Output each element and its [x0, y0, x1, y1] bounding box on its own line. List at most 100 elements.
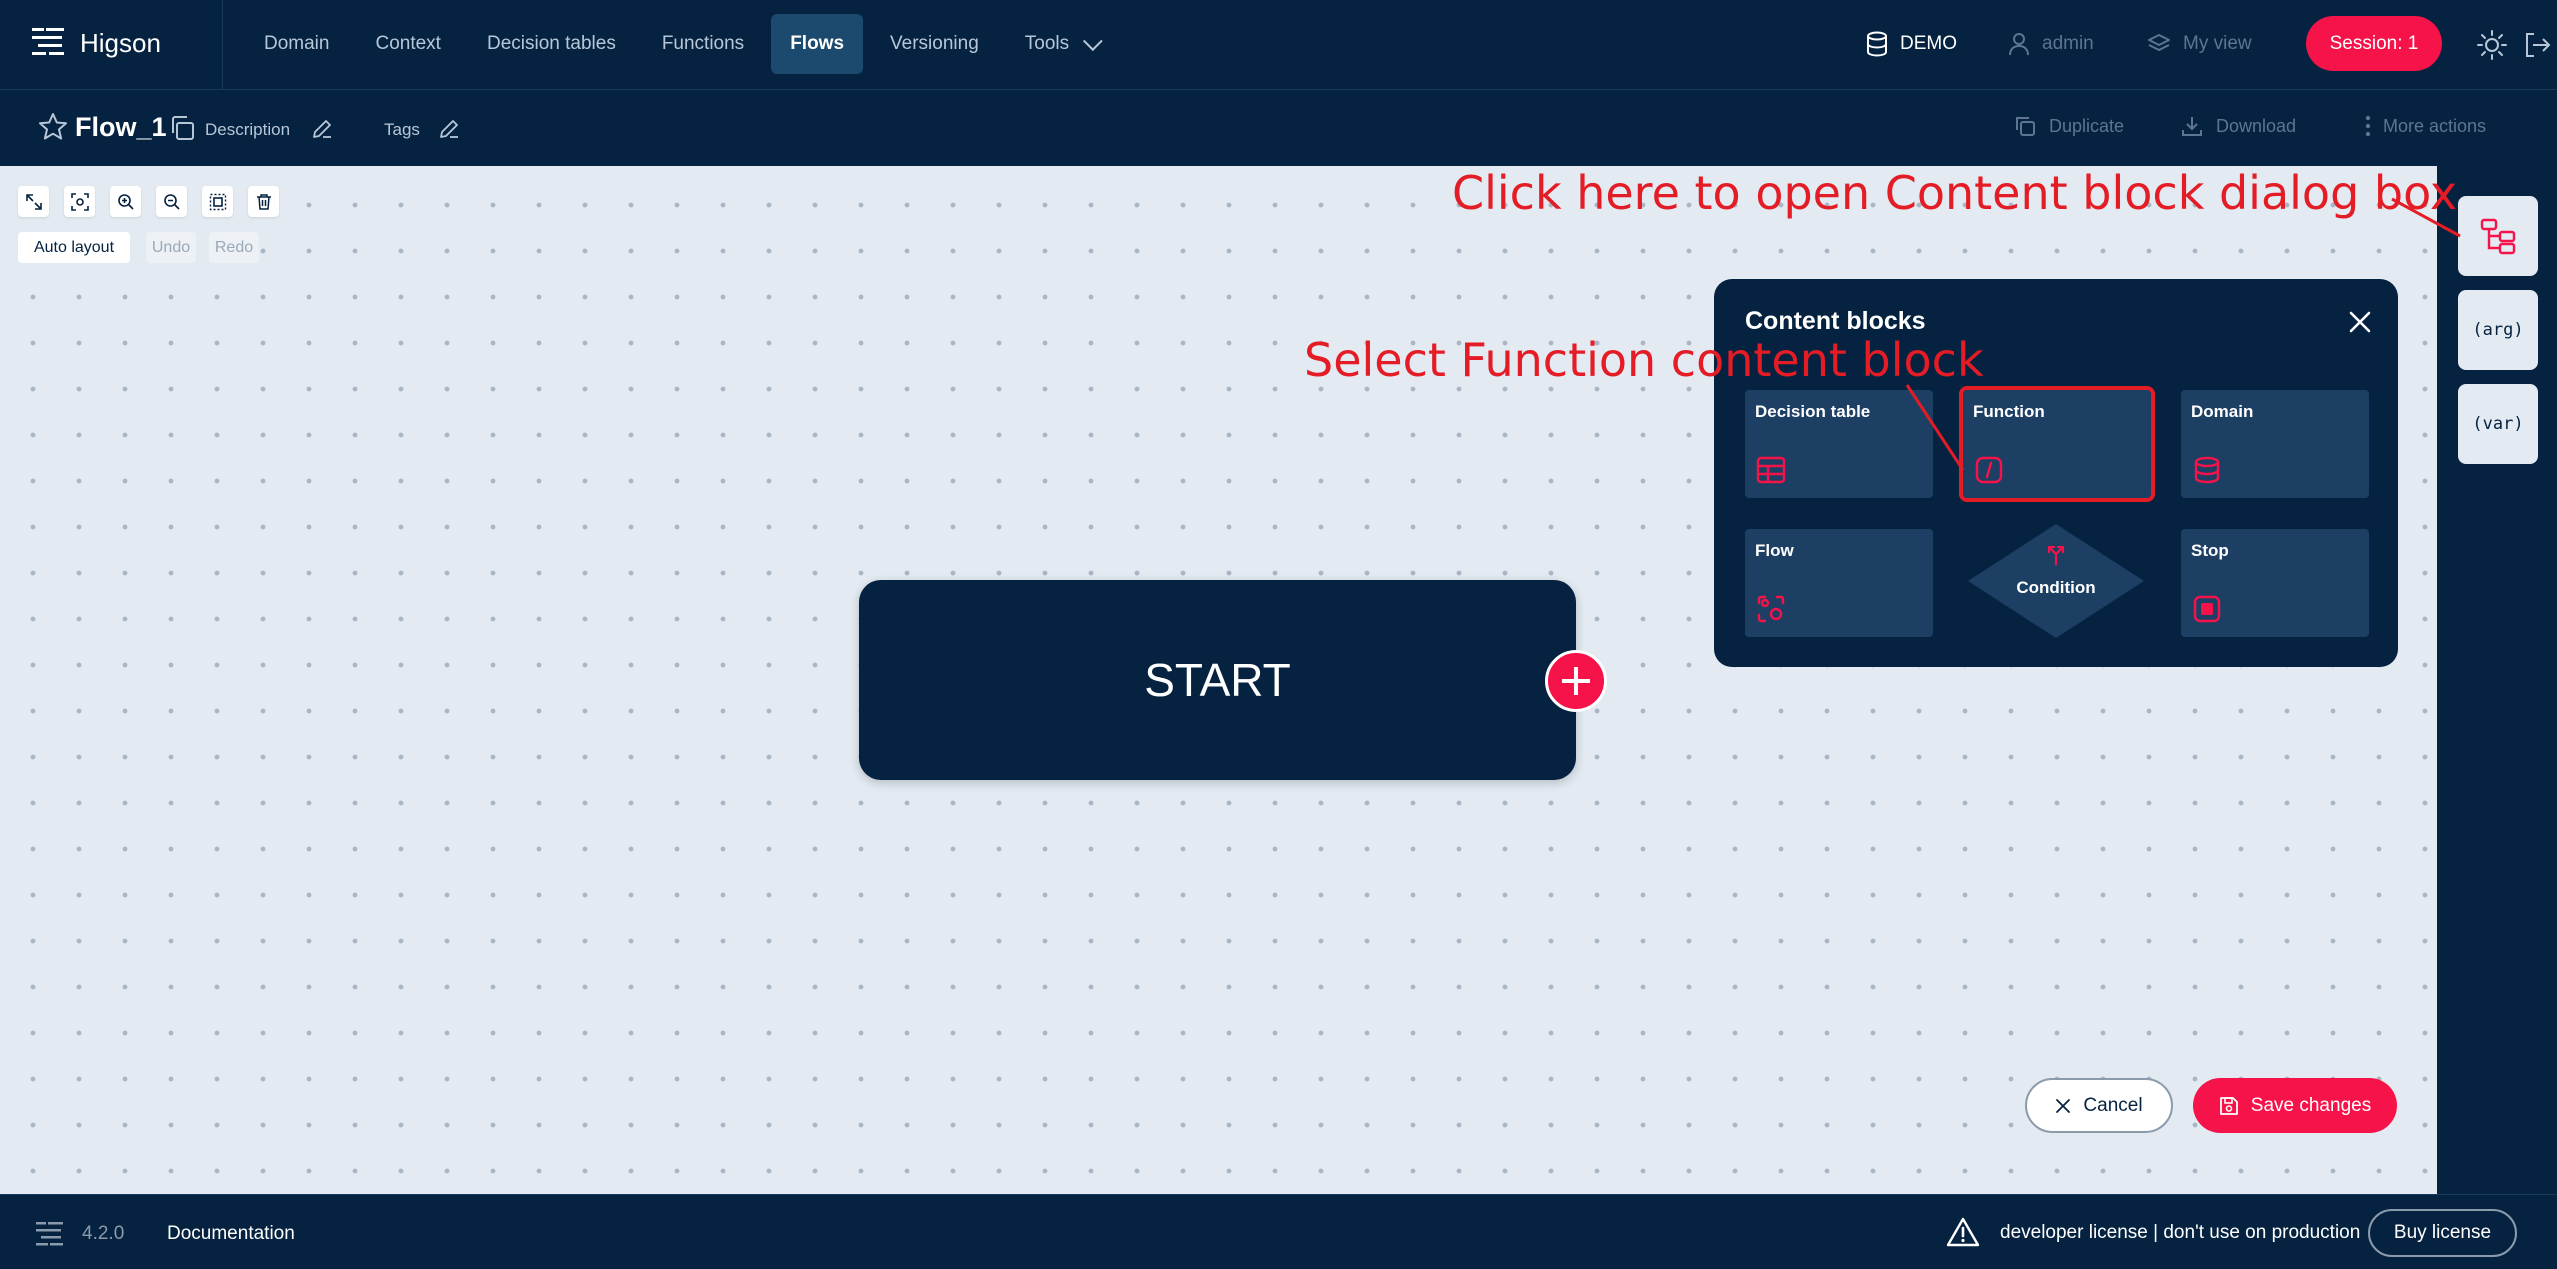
logout-icon[interactable] — [2522, 30, 2552, 60]
app-name: Higson — [80, 27, 161, 58]
nav-decision-tables[interactable]: Decision tables — [468, 14, 635, 74]
cancel-button[interactable]: Cancel — [2025, 1078, 2173, 1133]
close-icon — [2056, 1098, 2071, 1113]
more-vertical-icon — [2365, 115, 2371, 137]
save-icon — [2219, 1096, 2238, 1115]
function-icon — [1975, 456, 2003, 484]
my-view-label: My view — [2183, 33, 2252, 54]
block-function[interactable]: Function — [1959, 386, 2155, 502]
annotation-select-function: Select Function content block — [1304, 333, 1984, 387]
auto-layout-button[interactable]: Auto layout — [18, 232, 130, 263]
logo-icon — [32, 25, 68, 61]
download-button[interactable]: Download — [2180, 114, 2296, 138]
description-label: Description — [205, 120, 291, 139]
user-menu[interactable]: admin — [2008, 14, 2094, 74]
nav-tools[interactable]: Tools — [1006, 14, 1116, 74]
nav-versioning[interactable]: Versioning — [871, 14, 998, 74]
block-label: Flow — [1755, 541, 1794, 560]
star-icon[interactable] — [38, 112, 68, 142]
user-label: admin — [2042, 33, 2094, 54]
add-node-button[interactable] — [1545, 650, 1607, 712]
right-sidebar: (arg) (var) — [2437, 166, 2557, 1194]
trash-icon — [256, 193, 271, 210]
block-label: Condition — [2016, 578, 2096, 597]
flow-toolbar: Flow_1 Description Tags Duplicate Downlo… — [0, 90, 2557, 166]
zoom-out-icon — [163, 193, 180, 210]
nav-domain[interactable]: Domain — [245, 14, 348, 74]
arguments-button[interactable]: (arg) — [2458, 290, 2538, 370]
duplicate-button[interactable]: Duplicate — [2013, 114, 2124, 138]
flow-icon — [1757, 595, 1785, 623]
more-actions-label: More actions — [2383, 115, 2487, 136]
content-blocks-icon — [2480, 218, 2516, 255]
block-label: Stop — [2191, 541, 2229, 560]
content-blocks-button[interactable] — [2458, 196, 2538, 276]
nav-functions[interactable]: Functions — [643, 14, 763, 74]
duplicate-icon — [2016, 117, 2035, 136]
layers-icon — [2148, 34, 2170, 51]
zoom-in-icon — [117, 193, 134, 210]
start-node[interactable]: START — [859, 580, 1576, 780]
redo-button[interactable]: Redo — [209, 232, 259, 263]
top-navbar: Higson Domain Context Decision tables Fu… — [0, 0, 2557, 90]
environment-label: DEMO — [1900, 33, 1957, 54]
block-label: Function — [1973, 402, 2045, 421]
block-condition[interactable]: Condition — [1966, 522, 2146, 640]
version-label: 4.2.0 — [82, 1223, 125, 1244]
footer: 4.2.0 Documentation developer license | … — [0, 1194, 2557, 1269]
stop-icon — [2193, 595, 2221, 623]
user-icon — [2009, 33, 2029, 56]
documentation-link[interactable]: Documentation — [167, 1223, 295, 1245]
block-domain[interactable]: Domain — [2181, 390, 2369, 498]
variables-button[interactable]: (var) — [2458, 384, 2538, 464]
environment-selector[interactable]: DEMO — [1866, 14, 1957, 74]
arg-label: (arg) — [2472, 320, 2524, 340]
delete-button[interactable] — [248, 186, 279, 217]
nav-context[interactable]: Context — [356, 14, 459, 74]
logo-icon — [36, 1222, 63, 1246]
cancel-label: Cancel — [2083, 1094, 2143, 1116]
nav-divider — [222, 0, 223, 90]
license-note: developer license | don't use on product… — [2000, 1222, 2361, 1243]
chevron-down-icon — [1083, 31, 1103, 52]
annotation-open-dialog: Click here to open Content block dialog … — [1452, 166, 2458, 220]
undo-button[interactable]: Undo — [146, 232, 196, 263]
buy-license-button[interactable]: Buy license — [2368, 1209, 2517, 1257]
copy-icon[interactable] — [168, 114, 196, 142]
canvas-tools — [18, 186, 279, 217]
tags-label: Tags — [384, 120, 420, 139]
save-label: Save changes — [2250, 1094, 2372, 1116]
flow-title: Flow_1 — [75, 112, 167, 142]
edit-tags-icon[interactable] — [437, 117, 461, 141]
table-icon — [1756, 456, 1786, 484]
zoom-out-button[interactable] — [156, 186, 187, 217]
select-area-button[interactable] — [202, 186, 233, 217]
session-button[interactable]: Session: 1 — [2306, 16, 2442, 71]
fit-view-button[interactable] — [64, 186, 95, 217]
edit-description-icon[interactable] — [310, 117, 334, 141]
flow-canvas[interactable]: Auto layout Undo Redo START Content bloc… — [0, 166, 2437, 1194]
save-changes-button[interactable]: Save changes — [2193, 1078, 2397, 1133]
close-icon[interactable] — [2347, 309, 2373, 335]
theme-toggle-icon[interactable] — [2477, 30, 2507, 60]
nav-flows[interactable]: Flows — [771, 14, 864, 74]
more-actions-button[interactable]: More actions — [2365, 114, 2486, 138]
var-label: (var) — [2472, 414, 2524, 434]
content-blocks-title: Content blocks — [1745, 307, 1926, 335]
warning-icon — [1946, 1217, 1980, 1247]
zoom-in-button[interactable] — [110, 186, 141, 217]
database-icon — [2194, 456, 2220, 484]
download-icon — [2182, 117, 2202, 136]
database-icon — [1867, 31, 1887, 57]
expand-icon — [25, 193, 42, 210]
block-stop[interactable]: Stop — [2181, 529, 2369, 637]
nav-tools-label: Tools — [1024, 33, 1070, 54]
fullscreen-button[interactable] — [18, 186, 49, 217]
my-view-menu[interactable]: My view — [2147, 14, 2252, 74]
duplicate-label: Duplicate — [2049, 115, 2125, 136]
block-flow[interactable]: Flow — [1745, 529, 1933, 637]
block-decision-table[interactable]: Decision table — [1745, 390, 1933, 498]
main-nav: Domain Context Decision tables Functions… — [245, 14, 1116, 74]
download-label: Download — [2216, 115, 2297, 136]
app-logo[interactable]: Higson — [32, 25, 161, 61]
